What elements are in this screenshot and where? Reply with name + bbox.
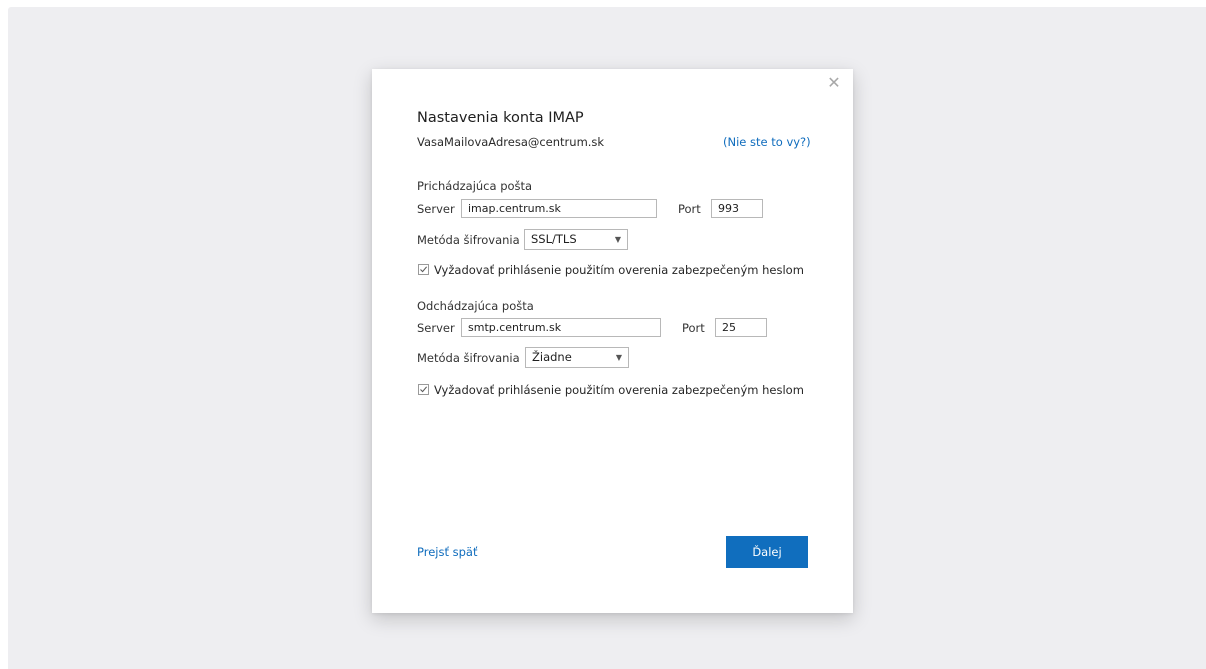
incoming-spa-checkbox[interactable] <box>418 264 429 275</box>
outgoing-section-label: Odchádzajúca pošta <box>417 299 534 313</box>
incoming-encryption-value: SSL/TLS <box>531 232 577 246</box>
outgoing-server-input[interactable] <box>461 318 661 337</box>
close-icon[interactable]: ✕ <box>825 74 843 92</box>
outgoing-encryption-label: Metóda šifrovania <box>417 351 520 365</box>
incoming-section-label: Prichádzajúca pošta <box>417 179 533 193</box>
incoming-server-label: Server <box>417 202 455 216</box>
checkmark-icon <box>420 386 428 393</box>
outgoing-port-label: Port <box>682 321 705 335</box>
incoming-encryption-select[interactable]: SSL/TLS ▼ <box>524 229 628 250</box>
account-email: VasaMailovaAdresa@centrum.sk <box>417 135 605 149</box>
incoming-server-input[interactable] <box>461 199 657 218</box>
incoming-port-input[interactable] <box>711 199 763 218</box>
outgoing-spa-checkbox[interactable] <box>418 384 429 395</box>
incoming-port-label: Port <box>678 202 701 216</box>
chevron-down-icon: ▼ <box>615 353 622 362</box>
outgoing-spa-label: Vyžadovať prihlásenie použitím overenia … <box>434 383 804 397</box>
incoming-spa-label: Vyžadovať prihlásenie použitím overenia … <box>434 263 804 277</box>
go-back-link[interactable]: Prejsť späť <box>417 545 477 559</box>
outgoing-encryption-select[interactable]: Žiadne ▼ <box>525 347 629 368</box>
not-you-link[interactable]: (Nie ste to vy?) <box>723 135 811 149</box>
checkmark-icon <box>420 266 428 273</box>
chevron-down-icon: ▼ <box>614 235 621 244</box>
outgoing-encryption-value: Žiadne <box>532 350 572 364</box>
dialog-title: Nastavenia konta IMAP <box>417 110 584 126</box>
next-button[interactable]: Ďalej <box>726 536 808 568</box>
outgoing-port-input[interactable] <box>715 318 767 337</box>
outgoing-server-label: Server <box>417 321 455 335</box>
imap-settings-dialog: ✕ Nastavenia konta IMAP VasaMailovaAdres… <box>372 69 853 613</box>
incoming-encryption-label: Metóda šifrovania <box>417 233 520 247</box>
